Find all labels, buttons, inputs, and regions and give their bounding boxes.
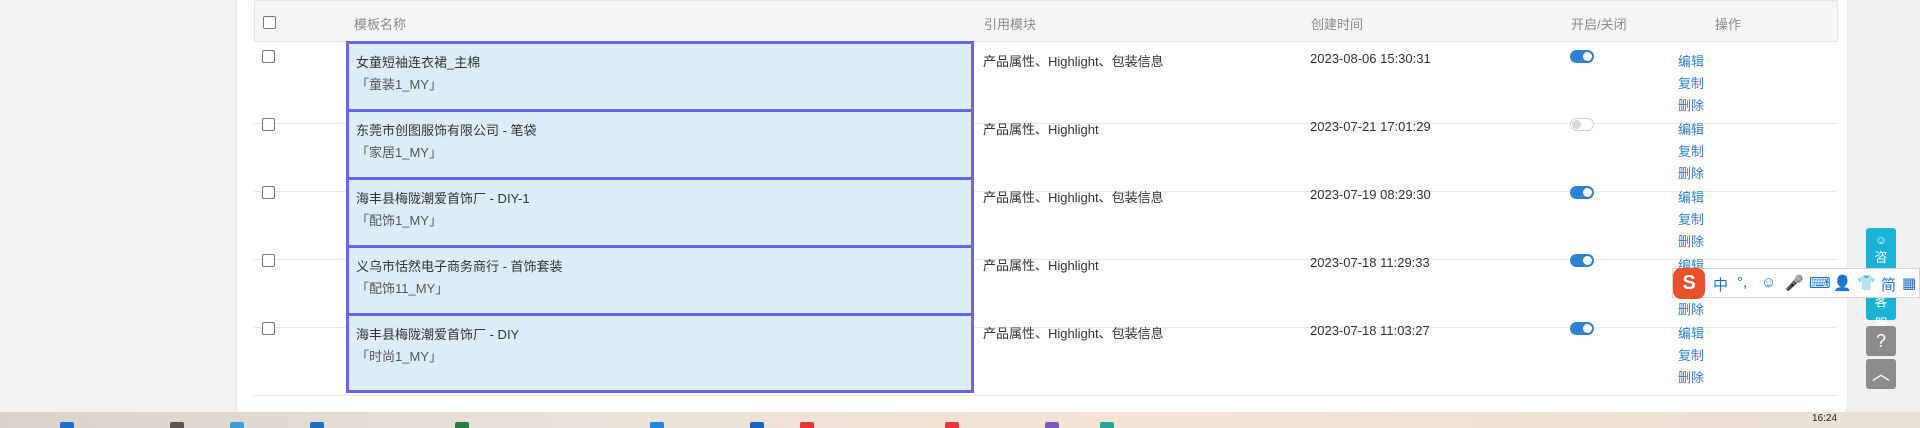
enable-toggle[interactable] <box>1570 118 1594 131</box>
copy-link[interactable]: 复制 <box>1678 345 1704 367</box>
start-icon[interactable] <box>60 422 74 428</box>
arrow-up-icon: ︿ <box>1872 364 1890 384</box>
copy-link[interactable]: 复制 <box>1678 73 1704 95</box>
ime-simplified-toggle[interactable]: 简 <box>1881 274 1896 295</box>
app-icon[interactable] <box>650 422 664 428</box>
delete-link[interactable]: 删除 <box>1678 367 1704 389</box>
row-operations: 编辑复制删除 <box>1678 119 1704 185</box>
ime-chinese-mode[interactable]: 中 <box>1713 274 1728 295</box>
row-operations: 编辑复制删除 <box>1678 323 1704 389</box>
app-icon[interactable] <box>1045 422 1059 428</box>
header-toggle: 开启/关闭 <box>1571 17 1627 32</box>
ime-toolbar[interactable]: S 中 °, ☺ 🎤 ⌨ 👤 👕 简 ▦ <box>1672 268 1920 299</box>
template-name: 海丰县梅陇潮爱首饰厂 - DIY <box>356 327 520 342</box>
ime-keyboard-icon[interactable]: ⌨ <box>1809 274 1831 292</box>
ime-punctuation-icon[interactable]: °, <box>1737 274 1747 291</box>
created-time: 2023-07-19 08:29:30 <box>1310 187 1431 202</box>
row-checkbox[interactable] <box>262 322 275 335</box>
table-row: 海丰县梅陇潮爱首饰厂 - DIY 「时尚1_MY」 产品属性、Highlight、包… <box>254 313 1838 396</box>
template-name-cell[interactable]: 海丰县梅陇潮爱首饰厂 - DIY 「时尚1_MY」 <box>346 313 974 393</box>
referenced-modules: 产品属性、Highlight、包装信息 <box>983 54 1164 69</box>
ime-skin-icon[interactable]: 👕 <box>1857 274 1876 292</box>
app-icon[interactable] <box>800 422 814 428</box>
ime-emoji-icon[interactable]: ☺ <box>1761 274 1776 291</box>
ime-toolbox-icon[interactable]: ▦ <box>1902 274 1916 292</box>
consult-char-1: 咨 <box>1874 250 1888 265</box>
row-checkbox[interactable] <box>262 254 275 267</box>
edit-link[interactable]: 编辑 <box>1678 51 1704 73</box>
row-operations: 编辑复制删除 <box>1678 187 1704 253</box>
ime-voice-icon[interactable]: 🎤 <box>1785 274 1804 292</box>
template-category-tag: 「家居1_MY」 <box>356 145 442 160</box>
copy-link[interactable]: 复制 <box>1678 209 1704 231</box>
app-icon[interactable] <box>1100 422 1114 428</box>
template-category-tag: 「配饰11_MY」 <box>356 281 449 296</box>
row-checkbox[interactable] <box>262 50 275 63</box>
template-name: 海丰县梅陇潮爱首饰厂 - DIY-1 <box>356 191 530 206</box>
row-checkbox[interactable] <box>262 186 275 199</box>
taskbar: 16:24 <box>0 412 1920 428</box>
ime-user-icon[interactable]: 👤 <box>1833 274 1852 292</box>
enable-toggle[interactable] <box>1570 186 1594 199</box>
select-all-checkbox[interactable] <box>263 16 276 29</box>
help-button[interactable]: ? <box>1866 326 1896 356</box>
created-time: 2023-08-06 15:30:31 <box>1310 51 1431 66</box>
template-name: 义乌市恬然电子商务商行 - 首饰套装 <box>356 259 563 274</box>
taskbar-clock: 16:24 <box>1812 413 1838 424</box>
enable-toggle[interactable] <box>1570 322 1594 335</box>
enable-toggle[interactable] <box>1570 50 1594 63</box>
edit-link[interactable]: 编辑 <box>1678 187 1704 209</box>
headset-icon: ☺ <box>1874 233 1888 247</box>
copy-link[interactable]: 复制 <box>1678 141 1704 163</box>
table-header: 模板名称 引用模块 创建时间 开启/关闭 操作 <box>254 0 1838 42</box>
row-checkbox[interactable] <box>262 118 275 131</box>
toggle-knob <box>1583 324 1592 333</box>
referenced-modules: 产品属性、Highlight、包装信息 <box>983 326 1164 341</box>
sogou-logo-icon: S <box>1673 268 1705 299</box>
app-icon[interactable] <box>945 422 959 428</box>
referenced-modules: 产品属性、Highlight <box>983 122 1099 137</box>
app-icon[interactable] <box>455 422 469 428</box>
created-time: 2023-07-21 17:01:29 <box>1310 119 1431 134</box>
edit-link[interactable]: 编辑 <box>1678 323 1704 345</box>
template-list-panel: 模板名称 引用模块 创建时间 开启/关闭 操作 女童短袖连衣裙_主棉 「童装1_M… <box>236 0 1848 412</box>
left-gutter <box>0 0 236 412</box>
app-icon[interactable] <box>750 422 764 428</box>
referenced-modules: 产品属性、Highlight <box>983 258 1099 273</box>
header-created-time: 创建时间 <box>1311 17 1364 32</box>
app-icon[interactable] <box>230 422 244 428</box>
app-icon[interactable] <box>310 422 324 428</box>
toggle-knob <box>1572 120 1581 129</box>
created-time: 2023-07-18 11:03:27 <box>1310 323 1430 338</box>
referenced-modules: 产品属性、Highlight、包装信息 <box>983 190 1164 205</box>
question-icon: ? <box>1875 331 1886 351</box>
created-time: 2023-07-18 11:29:33 <box>1310 255 1430 270</box>
back-to-top-button[interactable]: ︿ <box>1866 359 1896 389</box>
header-template-name: 模板名称 <box>354 17 407 32</box>
toggle-knob <box>1583 256 1592 265</box>
row-operations: 编辑复制删除 <box>1678 51 1704 117</box>
template-category-tag: 「配饰1_MY」 <box>356 213 442 228</box>
template-name: 女童短袖连衣裙_主棉 <box>356 55 481 70</box>
header-operations: 操作 <box>1715 17 1742 32</box>
taskview-icon[interactable] <box>170 422 184 428</box>
edit-link[interactable]: 编辑 <box>1678 119 1704 141</box>
enable-toggle[interactable] <box>1570 254 1594 267</box>
template-category-tag: 「时尚1_MY」 <box>356 349 442 364</box>
toggle-knob <box>1583 52 1592 61</box>
header-module: 引用模块 <box>984 17 1037 32</box>
toggle-knob <box>1583 188 1592 197</box>
template-name: 东莞市创图服饰有限公司 - 笔袋 <box>356 123 537 138</box>
template-category-tag: 「童装1_MY」 <box>356 77 442 92</box>
